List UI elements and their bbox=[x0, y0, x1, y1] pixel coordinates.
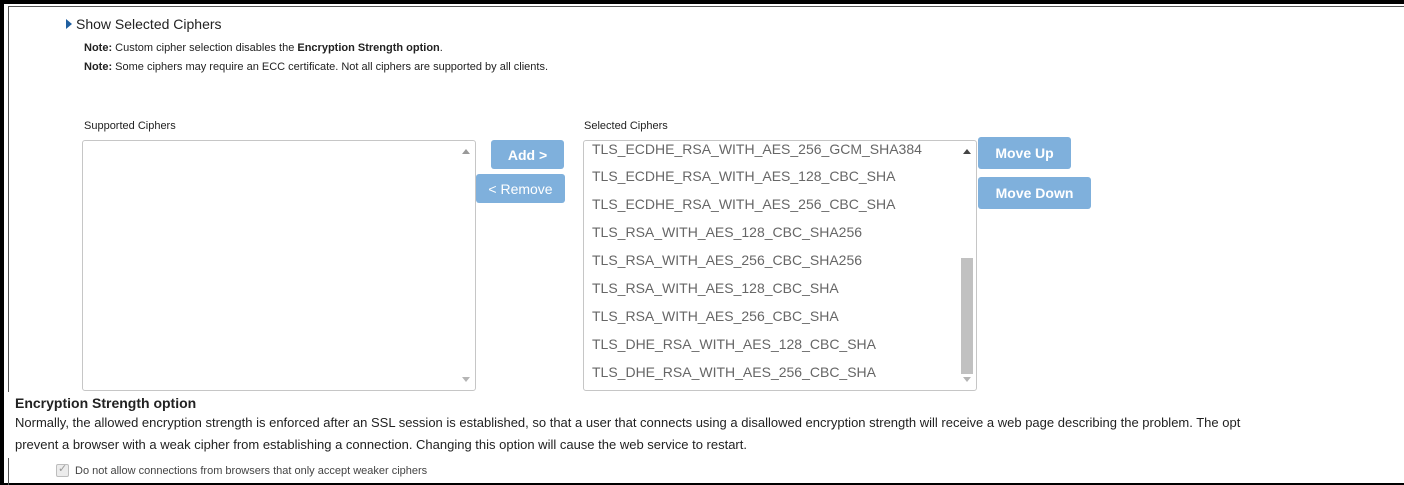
selected-ciphers-label: Selected Ciphers bbox=[584, 120, 668, 132]
note-emphasis: Encryption Strength option bbox=[297, 42, 440, 54]
scroll-thumb[interactable] bbox=[961, 258, 973, 374]
scroll-up-icon[interactable] bbox=[963, 149, 971, 154]
scroll-down-icon[interactable] bbox=[963, 377, 971, 382]
weak-cipher-checkbox-label: Do not allow connections from browsers t… bbox=[75, 464, 428, 477]
move-down-button[interactable]: Move Down bbox=[978, 177, 1091, 209]
cipher-option[interactable]: TLS_RSA_WITH_AES_128_CBC_SHA256 bbox=[592, 224, 862, 240]
encryption-strength-heading: Encryption Strength option bbox=[15, 395, 197, 411]
supported-ciphers-list[interactable] bbox=[82, 140, 476, 391]
selected-list-scrollbar[interactable] bbox=[959, 142, 975, 389]
cipher-option[interactable]: TLS_RSA_WITH_AES_128_CBC_SHA bbox=[592, 280, 839, 296]
note-prefix: Note: bbox=[84, 61, 113, 73]
supported-list-scrollbar[interactable] bbox=[458, 142, 474, 389]
supported-ciphers-label: Supported Ciphers bbox=[84, 120, 176, 132]
cipher-option[interactable]: TLS_ECDHE_RSA_WITH_AES_256_CBC_SHA bbox=[592, 196, 895, 212]
weak-cipher-checkbox[interactable] bbox=[56, 462, 69, 477]
note-text: Custom cipher selection disables the bbox=[112, 42, 298, 54]
show-selected-ciphers-toggle[interactable]: Show Selected Ciphers bbox=[66, 16, 222, 32]
cipher-option[interactable]: TLS_DHE_RSA_WITH_AES_256_CBC_SHA bbox=[592, 364, 876, 380]
expand-triangle-icon bbox=[66, 19, 72, 29]
note-encryption-strength: Note: Custom cipher selection disables t… bbox=[84, 42, 443, 54]
encryption-strength-description-line1: Normally, the allowed encryption strengt… bbox=[15, 415, 1241, 430]
cipher-option[interactable]: TLS_RSA_WITH_AES_256_CBC_SHA256 bbox=[592, 252, 862, 268]
top-divider bbox=[8, 6, 1404, 7]
cipher-option[interactable]: TLS_RSA_WITH_AES_256_CBC_SHA bbox=[592, 308, 839, 324]
add-button[interactable]: Add > bbox=[491, 140, 564, 169]
cipher-option[interactable]: TLS_DHE_RSA_WITH_AES_128_CBC_SHA bbox=[592, 336, 876, 352]
remove-button[interactable]: < Remove bbox=[476, 174, 565, 203]
note-text-end: . bbox=[439, 42, 443, 54]
note-ecc: Note: Some ciphers may require an ECC ce… bbox=[84, 61, 548, 73]
toggle-label: Show Selected Ciphers bbox=[76, 16, 222, 32]
selected-ciphers-list[interactable]: TLS_ECDHE_RSA_WITH_AES_256_GCM_SHA384 TL… bbox=[583, 140, 977, 391]
weak-cipher-option-row[interactable]: Do not allow connections from browsers t… bbox=[56, 462, 428, 477]
left-divider-lower bbox=[8, 458, 9, 485]
left-divider bbox=[8, 6, 9, 392]
note-text: Some ciphers may require an ECC certific… bbox=[112, 61, 549, 73]
note-prefix: Note: bbox=[84, 42, 113, 54]
scroll-down-icon[interactable] bbox=[462, 377, 470, 382]
cipher-option[interactable]: TLS_ECDHE_RSA_WITH_AES_256_GCM_SHA384 bbox=[592, 141, 922, 157]
encryption-strength-description-line2: prevent a browser with a weak cipher fro… bbox=[15, 437, 747, 452]
move-up-button[interactable]: Move Up bbox=[978, 137, 1071, 169]
cipher-option[interactable]: TLS_ECDHE_RSA_WITH_AES_128_CBC_SHA bbox=[592, 168, 895, 184]
scroll-up-icon[interactable] bbox=[462, 149, 470, 154]
